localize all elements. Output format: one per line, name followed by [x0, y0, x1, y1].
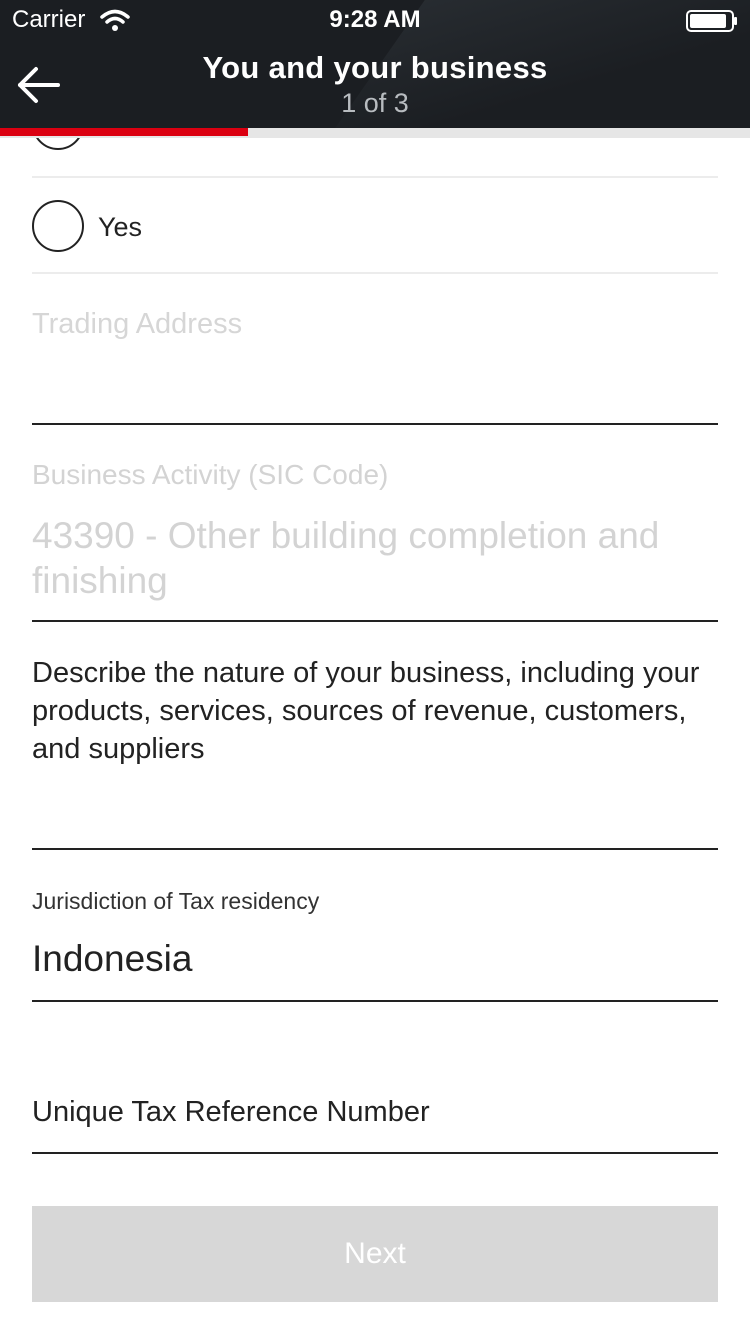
tax-jurisdiction-value: Indonesia — [32, 938, 193, 979]
radio-option-no[interactable]: No — [32, 138, 718, 178]
radio-option-yes[interactable]: Yes — [32, 178, 718, 274]
tax-jurisdiction-field[interactable]: Jurisdiction of Tax residency Indonesia — [32, 850, 718, 1002]
trading-address-placeholder: Trading Address — [32, 308, 243, 340]
page-title: You and your business — [202, 50, 548, 85]
business-description-label: Describe the nature of your business, in… — [32, 657, 700, 765]
battery-icon — [686, 10, 737, 32]
unique-tax-reference-field[interactable]: Unique Tax Reference Number — [32, 1002, 718, 1154]
radio-button[interactable] — [32, 138, 84, 150]
progress-bar — [0, 128, 750, 138]
radio-label: No — [98, 138, 133, 139]
unique-tax-reference-label: Unique Tax Reference Number — [32, 1096, 430, 1128]
business-activity-label: Business Activity (SIC Code) — [32, 459, 389, 490]
step-indicator: 1 of 3 — [341, 88, 409, 118]
app-header: Carrier 9:28 AM You and your business 1 … — [0, 0, 750, 128]
tax-jurisdiction-label: Jurisdiction of Tax residency — [32, 888, 320, 914]
business-activity-field[interactable]: Business Activity (SIC Code) 43390 - Oth… — [32, 425, 718, 622]
radio-button[interactable] — [32, 200, 84, 252]
progress-bar-fill — [0, 128, 248, 136]
form-scroll-area[interactable]: No Yes Trading Address Business Activity… — [0, 138, 750, 1334]
status-time: 9:28 AM — [329, 6, 421, 33]
next-button[interactable]: Next — [32, 1206, 718, 1302]
business-description-field[interactable]: Describe the nature of your business, in… — [32, 622, 718, 850]
trading-address-field[interactable]: Trading Address — [32, 274, 718, 425]
status-bar: Carrier 9:28 AM — [0, 0, 750, 40]
radio-label: Yes — [98, 212, 143, 242]
business-activity-value: 43390 - Other building completion and fi… — [32, 515, 660, 601]
